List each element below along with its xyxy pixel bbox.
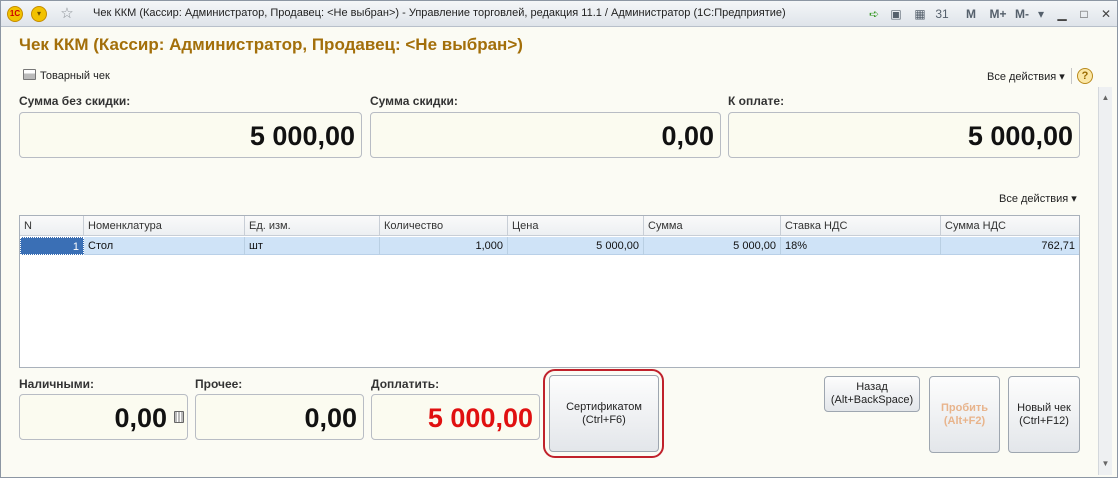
other-label: Прочее: — [195, 377, 243, 391]
cash-input[interactable]: 0,00 — [19, 394, 188, 440]
certificate-button-label: Сертификатом — [566, 400, 642, 413]
cell-n[interactable]: 1 — [20, 237, 84, 255]
memory-m-button[interactable]: M — [961, 5, 981, 23]
title-bar: 1С ▾ ☆ Чек ККМ (Кассир: Администратор, П… — [1, 1, 1117, 27]
punch-receipt-shortcut: (Alt+F2) — [943, 414, 986, 427]
history-icon[interactable]: ▣ — [887, 5, 905, 23]
memory-mminus-button[interactable]: M- — [1011, 5, 1033, 23]
new-receipt-label: Новый чек — [1017, 401, 1071, 414]
certificate-button[interactable]: Сертификатом (Ctrl+F6) — [549, 375, 659, 452]
surcharge-label: Доплатить: — [371, 377, 440, 391]
back-button[interactable]: Назад (Alt+BackSpace) — [824, 376, 920, 412]
table-header: N Номенклатура Ед. изм. Количество Цена … — [20, 216, 1079, 236]
to-pay-label: К оплате: — [728, 94, 785, 108]
column-header-vat-rate[interactable]: Ставка НДС — [781, 216, 941, 236]
cell-vat-sum[interactable]: 762,71 — [941, 237, 1079, 255]
toolbar-divider — [1071, 68, 1072, 84]
cell-vat-rate[interactable]: 18% — [781, 237, 941, 255]
punch-receipt-button[interactable]: Пробить (Alt+F2) — [929, 376, 1000, 453]
main-menu-icon[interactable]: ▾ — [31, 6, 47, 22]
close-icon[interactable]: ✕ — [1097, 5, 1115, 23]
favorite-star-icon[interactable]: ☆ — [59, 6, 75, 22]
sum-no-discount-field: 5 000,00 — [19, 112, 362, 158]
punch-receipt-label: Пробить — [940, 401, 989, 414]
calculator-icon[interactable] — [174, 411, 184, 423]
calendar-icon[interactable]: 31 — [933, 5, 951, 23]
printer-icon — [23, 69, 36, 80]
table-all-actions-menu[interactable]: Все действия ▾ — [999, 192, 1077, 205]
form-all-actions-menu[interactable]: Все действия ▾ — [987, 70, 1065, 83]
cell-price[interactable]: 5 000,00 — [508, 237, 644, 255]
cell-unit[interactable]: шт — [245, 237, 380, 255]
new-receipt-shortcut: (Ctrl+F12) — [1019, 414, 1069, 427]
memory-mplus-button[interactable]: M+ — [987, 5, 1009, 23]
scroll-up-icon[interactable]: ▲ — [1099, 91, 1112, 105]
cell-sum[interactable]: 5 000,00 — [644, 237, 781, 255]
cell-quantity[interactable]: 1,000 — [380, 237, 508, 255]
minimize-icon[interactable]: ▁ — [1053, 5, 1071, 23]
back-button-label: Назад — [856, 381, 888, 393]
table-row[interactable]: 1 Стол шт 1,000 5 000,00 5 000,00 18% 76… — [20, 237, 1079, 255]
column-header-item[interactable]: Номенклатура — [84, 216, 245, 236]
cash-label: Наличными: — [19, 377, 95, 391]
toolbar-dropdown-icon[interactable]: ▾ — [1035, 5, 1047, 23]
other-input[interactable]: 0,00 — [195, 394, 364, 440]
column-header-vat-sum[interactable]: Сумма НДС — [941, 216, 1079, 236]
window-title: Чек ККМ (Кассир: Администратор, Продавец… — [93, 7, 786, 19]
new-receipt-button[interactable]: Новый чек (Ctrl+F12) — [1008, 376, 1080, 453]
print-invoice-button[interactable]: Товарный чек — [23, 69, 110, 83]
form-title: Чек ККМ (Кассир: Администратор, Продавец… — [19, 35, 523, 54]
maximize-icon[interactable]: □ — [1075, 5, 1093, 23]
column-header-unit[interactable]: Ед. изм. — [245, 216, 380, 236]
help-icon[interactable]: ? — [1077, 68, 1093, 84]
cell-item[interactable]: Стол — [84, 237, 245, 255]
app-logo-icon[interactable]: 1С — [7, 6, 23, 22]
discount-label: Сумма скидки: — [370, 94, 458, 108]
column-header-sum[interactable]: Сумма — [644, 216, 781, 236]
print-invoice-label: Товарный чек — [40, 70, 110, 82]
column-header-price[interactable]: Цена — [508, 216, 644, 236]
calculator-icon[interactable]: ▦ — [911, 5, 929, 23]
scroll-down-icon[interactable]: ▼ — [1099, 457, 1112, 471]
app-window: 1С ▾ ☆ Чек ККМ (Кассир: Администратор, П… — [0, 0, 1118, 478]
navigate-forward-icon[interactable]: ➪ — [865, 5, 883, 23]
to-pay-field: 5 000,00 — [728, 112, 1080, 158]
receipt-items-table[interactable]: N Номенклатура Ед. изм. Количество Цена … — [19, 215, 1080, 368]
back-button-shortcut: (Alt+BackSpace) — [830, 394, 914, 406]
vertical-scrollbar[interactable]: ▲ ▼ — [1098, 87, 1112, 475]
column-header-n[interactable]: N — [20, 216, 84, 236]
sum-no-discount-label: Сумма без скидки: — [19, 94, 131, 108]
column-header-quantity[interactable]: Количество — [380, 216, 508, 236]
surcharge-field: 5 000,00 — [371, 394, 540, 440]
certificate-button-shortcut: (Ctrl+F6) — [582, 413, 626, 426]
discount-field: 0,00 — [370, 112, 721, 158]
